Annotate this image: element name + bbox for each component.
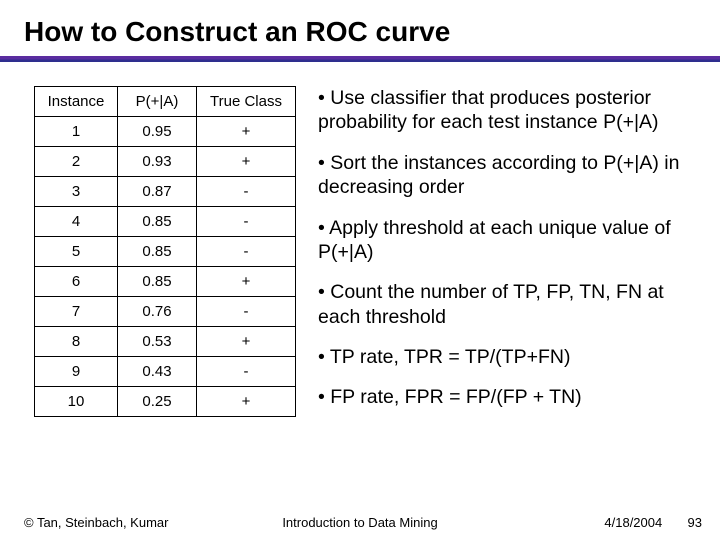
table-cell: 3 — [35, 177, 118, 207]
footer-left: © Tan, Steinbach, Kumar — [24, 515, 168, 530]
footer-page: 93 — [688, 515, 702, 530]
table-cell: 0.85 — [118, 207, 197, 237]
table-row: 40.85- — [35, 207, 296, 237]
content-area: Instance P(+|A) True Class 10.95+20.93+3… — [0, 62, 720, 426]
table-cell: 9 — [35, 357, 118, 387]
table-cell: 0.25 — [118, 387, 197, 417]
col-trueclass: True Class — [197, 87, 296, 117]
footer-date: 4/18/2004 — [604, 515, 662, 530]
table-cell: 5 — [35, 237, 118, 267]
table-cell: + — [197, 147, 296, 177]
table-cell: 0.95 — [118, 117, 197, 147]
table-cell: 0.76 — [118, 297, 197, 327]
table-row: 60.85+ — [35, 267, 296, 297]
table-cell: + — [197, 267, 296, 297]
table-cell: 0.53 — [118, 327, 197, 357]
table-cell: - — [197, 207, 296, 237]
table-cell: 0.93 — [118, 147, 197, 177]
data-table: Instance P(+|A) True Class 10.95+20.93+3… — [34, 86, 296, 417]
table-row: 90.43- — [35, 357, 296, 387]
footer-mid: Introduction to Data Mining — [282, 515, 437, 530]
table-cell: 0.43 — [118, 357, 197, 387]
table-cell: 0.85 — [118, 237, 197, 267]
table-cell: 6 — [35, 267, 118, 297]
table-row: 30.87- — [35, 177, 296, 207]
table-cell: 8 — [35, 327, 118, 357]
bullet-item: • Use classifier that produces posterior… — [318, 86, 700, 135]
footer-right: 4/18/2004 93 — [604, 515, 702, 530]
bullet-item: • Apply threshold at each unique value o… — [318, 216, 700, 265]
table-cell: + — [197, 117, 296, 147]
table-header-row: Instance P(+|A) True Class — [35, 87, 296, 117]
col-instance: Instance — [35, 87, 118, 117]
col-prob: P(+|A) — [118, 87, 197, 117]
bullet-list: • Use classifier that produces posterior… — [318, 86, 700, 426]
table-cell: + — [197, 327, 296, 357]
slide-footer: © Tan, Steinbach, Kumar Introduction to … — [0, 515, 720, 530]
table-cell: 0.85 — [118, 267, 197, 297]
slide-title: How to Construct an ROC curve — [0, 0, 720, 56]
data-table-wrap: Instance P(+|A) True Class 10.95+20.93+3… — [34, 86, 296, 426]
table-cell: - — [197, 357, 296, 387]
table-cell: - — [197, 297, 296, 327]
bullet-item: • Sort the instances according to P(+|A)… — [318, 151, 700, 200]
bullet-item: • FP rate, FPR = FP/(FP + TN) — [318, 385, 700, 409]
table-row: 50.85- — [35, 237, 296, 267]
table-row: 80.53+ — [35, 327, 296, 357]
table-row: 100.25+ — [35, 387, 296, 417]
table-cell: 1 — [35, 117, 118, 147]
table-cell: 7 — [35, 297, 118, 327]
table-cell: - — [197, 177, 296, 207]
table-cell: 2 — [35, 147, 118, 177]
table-cell: 4 — [35, 207, 118, 237]
table-cell: + — [197, 387, 296, 417]
table-row: 70.76- — [35, 297, 296, 327]
table-cell: - — [197, 237, 296, 267]
table-row: 20.93+ — [35, 147, 296, 177]
table-cell: 0.87 — [118, 177, 197, 207]
table-row: 10.95+ — [35, 117, 296, 147]
bullet-item: • Count the number of TP, FP, TN, FN at … — [318, 280, 700, 329]
bullet-item: • TP rate, TPR = TP/(TP+FN) — [318, 345, 700, 369]
table-cell: 10 — [35, 387, 118, 417]
